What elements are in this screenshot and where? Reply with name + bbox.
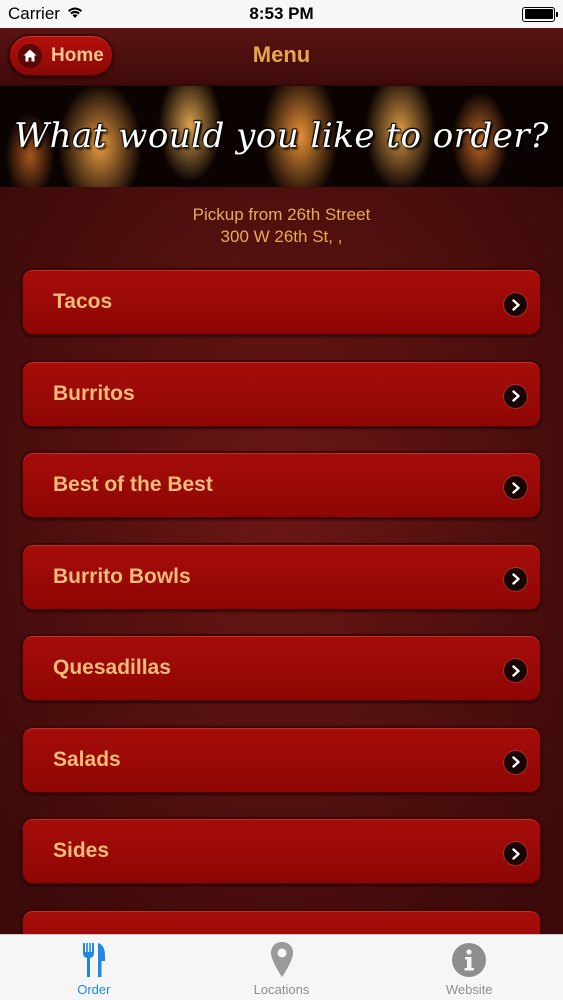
- status-time: 8:53 PM: [249, 4, 314, 23]
- tab-label: Locations: [253, 982, 310, 997]
- menu-item-label: Best of the Best: [53, 473, 213, 496]
- menu-item-quesadillas[interactable]: Quesadillas: [21, 634, 542, 702]
- chevron-right-icon: [504, 476, 527, 499]
- menu-item-burritos[interactable]: Burritos: [21, 359, 542, 428]
- order-banner: What would you like to order?: [0, 86, 563, 187]
- menu-item-label: Sides: [53, 839, 110, 862]
- menu-item-label: Tacos: [53, 290, 113, 313]
- location-pin-icon: [269, 940, 295, 980]
- menu-item-sides[interactable]: Sides: [21, 817, 542, 885]
- chevron-right-icon: [504, 567, 527, 591]
- wifi-icon: [66, 4, 84, 24]
- fork-knife-icon: [81, 940, 107, 980]
- pickup-location: Pickup from 26th Street: [192, 205, 371, 224]
- pickup-address: 300 W 26th St, ,: [220, 227, 343, 246]
- menu-item-label: Burrito Bowls: [53, 564, 191, 588]
- info-icon: [451, 940, 487, 980]
- menu-item-label: Quesadillas: [53, 656, 171, 679]
- menu-item-label: Burritos: [53, 381, 135, 405]
- menu-item-partial[interactable]: [21, 908, 542, 934]
- menu-item-salads[interactable]: Salads: [21, 725, 542, 794]
- menu-content[interactable]: Pickup from 26th Street 300 W 26th St, ,…: [0, 187, 563, 934]
- chevron-right-icon: [504, 750, 527, 774]
- tab-order[interactable]: Order: [0, 935, 188, 1000]
- chevron-right-icon: [504, 384, 527, 408]
- chevron-right-icon: [504, 293, 527, 316]
- nav-bar: Home Menu: [0, 28, 563, 86]
- status-left: Carrier: [8, 4, 84, 24]
- chevron-right-icon: [504, 842, 527, 865]
- tab-locations[interactable]: Locations: [188, 935, 376, 1000]
- menu-item-label: Salads: [53, 747, 121, 771]
- chevron-right-icon: [504, 659, 527, 682]
- tab-label: Order: [77, 982, 111, 997]
- menu-item-best-of-the-best[interactable]: Best of the Best: [21, 451, 542, 519]
- tab-label: Website: [445, 982, 493, 997]
- status-bar: Carrier 8:53 PM: [0, 0, 563, 28]
- menu-list: Tacos Burritos Best of the Best Burrito …: [21, 268, 542, 934]
- pickup-info: Pickup from 26th Street 300 W 26th St, ,: [0, 204, 563, 248]
- tab-website[interactable]: Website: [375, 935, 563, 1000]
- menu-item-burrito-bowls[interactable]: Burrito Bowls: [21, 542, 542, 611]
- menu-item-tacos[interactable]: Tacos: [21, 268, 542, 336]
- carrier-label: Carrier: [8, 4, 60, 23]
- banner-text: What would you like to order?: [14, 116, 549, 156]
- battery-icon: [522, 6, 558, 22]
- tab-bar: Order Locations Website: [0, 934, 563, 1000]
- page-title: Menu: [252, 42, 311, 67]
